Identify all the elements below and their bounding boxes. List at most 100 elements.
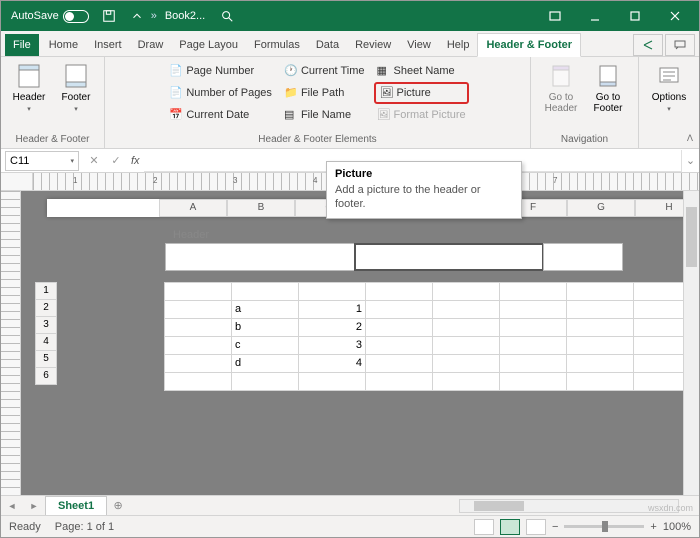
cell[interactable] (432, 300, 500, 319)
cell[interactable] (499, 354, 567, 373)
current-time-button[interactable]: 🕐Current Time (281, 60, 368, 82)
search-icon[interactable] (213, 2, 241, 30)
cell[interactable] (566, 336, 634, 355)
cell[interactable] (499, 372, 567, 391)
cancel-formula-icon[interactable]: ✕ (83, 154, 105, 167)
cell[interactable] (566, 282, 634, 301)
tab-data[interactable]: Data (308, 34, 347, 56)
cell[interactable]: b (231, 318, 299, 337)
view-page-layout-button[interactable] (500, 519, 520, 535)
cell[interactable] (365, 282, 433, 301)
current-date-button[interactable]: 📅Current Date (166, 104, 275, 126)
maximize-icon[interactable] (615, 1, 655, 31)
file-path-button[interactable]: 📁File Path (281, 82, 368, 104)
expand-formula-bar-icon[interactable]: ⌄ (681, 150, 699, 172)
cell[interactable] (365, 372, 433, 391)
col-header[interactable]: B (227, 199, 295, 217)
cell[interactable] (298, 282, 366, 301)
cell[interactable]: 1 (298, 300, 366, 319)
file-name-button[interactable]: ▤File Name (281, 104, 368, 126)
row-header[interactable]: 3 (35, 316, 57, 334)
sheet-nav-prev-icon[interactable]: ◄ (1, 501, 23, 511)
add-sheet-icon[interactable]: ⊕ (107, 499, 129, 512)
cell[interactable] (432, 318, 500, 337)
row-header[interactable]: 5 (35, 350, 57, 368)
tab-formulas[interactable]: Formulas (246, 34, 308, 56)
cell[interactable] (231, 372, 299, 391)
collapse-ribbon-icon[interactable]: ᐱ (687, 133, 693, 144)
cell[interactable]: 4 (298, 354, 366, 373)
cell[interactable] (164, 318, 232, 337)
close-icon[interactable] (655, 1, 695, 31)
cell[interactable] (499, 300, 567, 319)
header-edit-area[interactable] (165, 243, 623, 271)
fx-icon[interactable]: fx (127, 155, 144, 167)
cell[interactable] (164, 354, 232, 373)
worksheet-area[interactable]: ABCDEFGH Header a1b2c3d4 123456 (1, 191, 699, 495)
cell[interactable] (499, 336, 567, 355)
tab-help[interactable]: Help (439, 34, 478, 56)
cell[interactable]: 2 (298, 318, 366, 337)
cell[interactable]: a (231, 300, 299, 319)
enter-formula-icon[interactable]: ✓ (105, 154, 127, 167)
tab-draw[interactable]: Draw (130, 34, 172, 56)
share-button[interactable] (633, 34, 663, 56)
comments-button[interactable] (665, 34, 695, 56)
cell[interactable] (499, 318, 567, 337)
cell[interactable] (432, 354, 500, 373)
cell[interactable] (164, 300, 232, 319)
tab-home[interactable]: Home (41, 34, 86, 56)
zoom-out-icon[interactable]: − (552, 521, 558, 533)
cell[interactable] (432, 372, 500, 391)
cell[interactable]: c (231, 336, 299, 355)
vertical-scrollbar[interactable] (683, 191, 699, 495)
tab-view[interactable]: View (399, 34, 439, 56)
minimize-icon[interactable] (575, 1, 615, 31)
cell[interactable]: 3 (298, 336, 366, 355)
cell[interactable] (298, 372, 366, 391)
sheet-name-button[interactable]: ▦Sheet Name (374, 60, 469, 82)
cell[interactable] (231, 282, 299, 301)
horizontal-scrollbar[interactable] (459, 499, 679, 513)
save-icon[interactable] (95, 2, 123, 30)
picture-button[interactable]: 🖼Picture (374, 82, 469, 104)
cell[interactable] (566, 300, 634, 319)
autosave-toggle[interactable]: AutoSave (5, 10, 95, 23)
view-normal-button[interactable] (474, 519, 494, 535)
zoom-in-icon[interactable]: + (650, 521, 656, 533)
goto-footer-button[interactable]: Go to Footer (586, 60, 631, 132)
tab-header-footer[interactable]: Header & Footer (477, 33, 581, 57)
col-header[interactable]: G (567, 199, 635, 217)
row-header[interactable]: 4 (35, 333, 57, 351)
tab-page-layout[interactable]: Page Layou (171, 34, 246, 56)
ribbon-display-icon[interactable] (535, 1, 575, 31)
header-right-box[interactable] (543, 243, 623, 271)
name-box[interactable]: C11▾ (5, 151, 79, 171)
cell[interactable]: d (231, 354, 299, 373)
cell[interactable] (164, 336, 232, 355)
cell[interactable] (566, 354, 634, 373)
cell[interactable] (365, 336, 433, 355)
header-left-box[interactable] (165, 243, 355, 271)
row-header[interactable]: 6 (35, 367, 57, 385)
cell[interactable] (566, 372, 634, 391)
view-page-break-button[interactable] (526, 519, 546, 535)
number-of-pages-button[interactable]: 📄Number of Pages (166, 82, 275, 104)
tab-review[interactable]: Review (347, 34, 399, 56)
header-button[interactable]: Header▾ (7, 60, 52, 132)
qat-more-icon[interactable] (123, 2, 151, 30)
cell[interactable] (432, 282, 500, 301)
cell[interactable] (432, 336, 500, 355)
cell[interactable] (365, 318, 433, 337)
cell[interactable] (164, 282, 232, 301)
zoom-slider[interactable] (564, 525, 644, 528)
options-button[interactable]: Options▾ (647, 60, 692, 132)
page-number-button[interactable]: 📄Page Number (166, 60, 275, 82)
sheet-nav-next-icon[interactable]: ► (23, 501, 45, 511)
tab-file[interactable]: File (5, 34, 39, 56)
row-header[interactable]: 2 (35, 299, 57, 317)
header-center-box[interactable] (354, 243, 544, 271)
row-header[interactable]: 1 (35, 282, 57, 300)
cell[interactable] (365, 354, 433, 373)
tab-insert[interactable]: Insert (86, 34, 130, 56)
